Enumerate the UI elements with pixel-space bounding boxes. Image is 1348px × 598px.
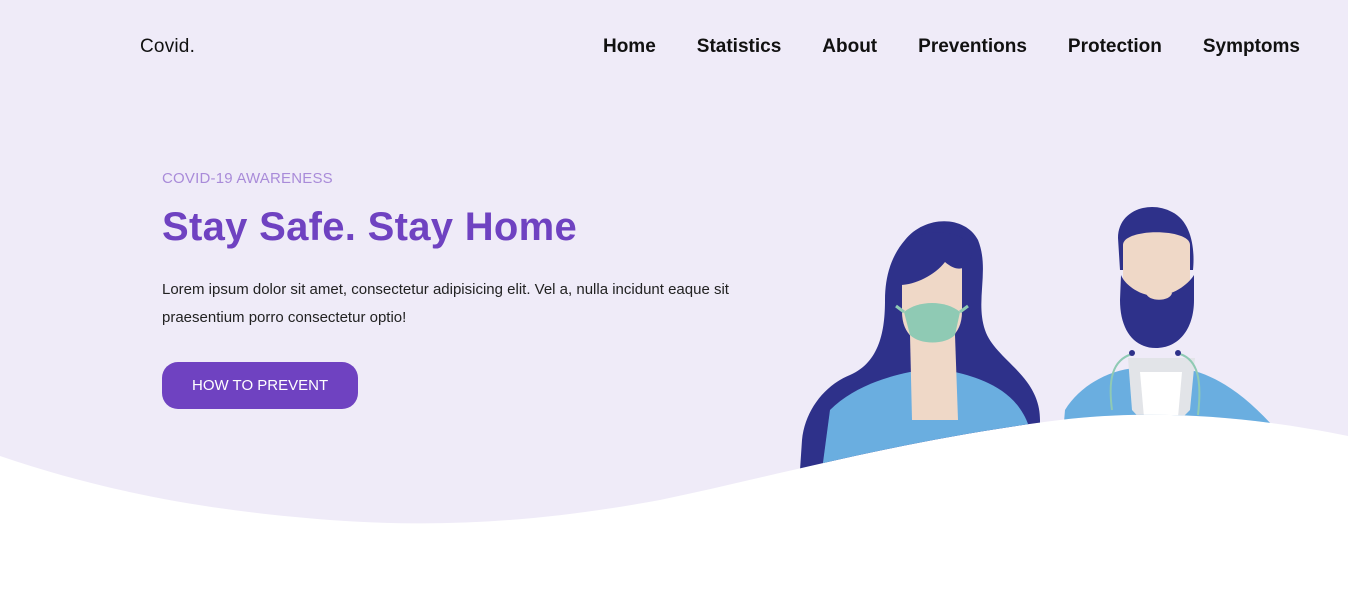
nav-link-preventions[interactable]: Preventions	[918, 36, 1027, 57]
nav-link-protection[interactable]: Protection	[1068, 36, 1162, 57]
top-navbar: Covid. Home Statistics About Preventions…	[0, 0, 1348, 100]
nav-link-statistics[interactable]: Statistics	[697, 36, 781, 57]
hero-headline: Stay Safe. Stay Home	[162, 205, 578, 249]
nav-link-home[interactable]: Home	[603, 36, 656, 57]
hero-eyebrow: COVID-19 AWARENESS	[162, 170, 333, 187]
nav-item-symptoms: Symptoms	[1203, 36, 1300, 58]
nav-item-preventions: Preventions	[918, 36, 1027, 58]
nav-item-home: Home	[603, 36, 656, 58]
nav-link-about[interactable]: About	[822, 36, 877, 57]
hero-description: Lorem ipsum dolor sit amet, consectetur …	[162, 281, 729, 326]
nav-menu: Home Statistics About Preventions Protec…	[603, 36, 1300, 58]
nav-link-symptoms[interactable]: Symptoms	[1203, 36, 1300, 57]
nav-item-statistics: Statistics	[697, 36, 781, 58]
hero-section: Covid. Home Statistics About Preventions…	[0, 0, 1348, 598]
brand-logo[interactable]: Covid.	[140, 36, 195, 58]
hero-content: COVID-19 AWARENESS Stay Safe. Stay Home …	[162, 170, 802, 409]
nav-item-about: About	[822, 36, 877, 58]
how-to-prevent-button[interactable]: HOW TO PREVENT	[162, 362, 359, 409]
nav-item-protection: Protection	[1068, 36, 1162, 58]
